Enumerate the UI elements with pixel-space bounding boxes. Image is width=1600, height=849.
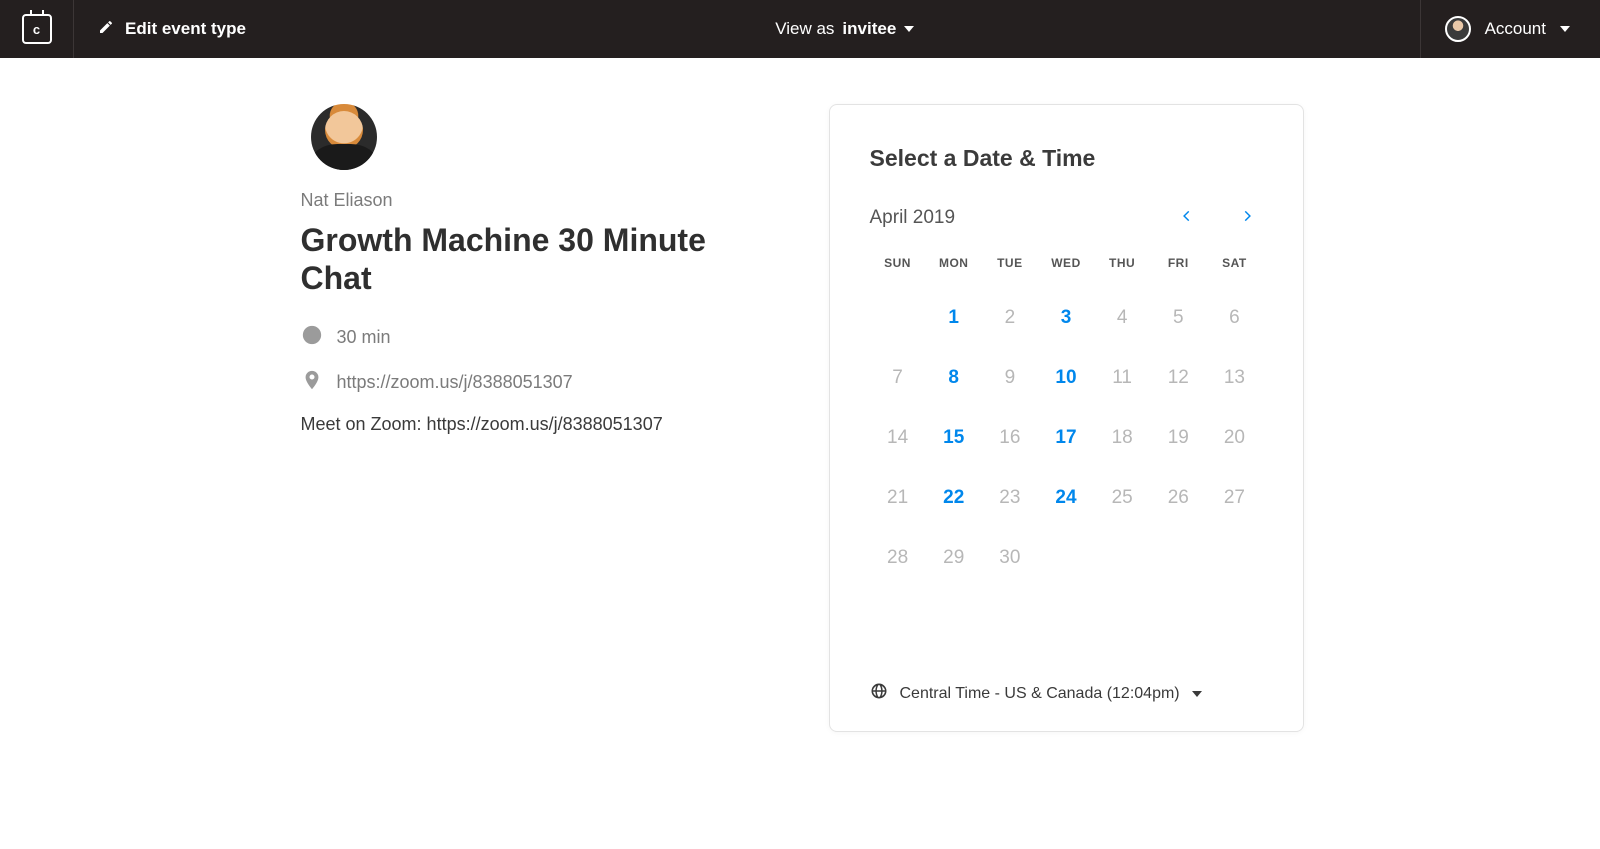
calendar-day-available[interactable]: 8 xyxy=(926,348,982,408)
account-menu[interactable]: Account xyxy=(1420,0,1600,58)
calendar-day-unavailable: 2 xyxy=(982,288,1038,348)
timezone-selector[interactable]: Central Time - US & Canada (12:04pm) xyxy=(870,682,1263,705)
host-avatar xyxy=(311,104,377,170)
weekday-header: THU xyxy=(1094,256,1150,288)
calendar-empty-cell xyxy=(1094,528,1150,588)
view-as-prefix: View as xyxy=(775,19,834,39)
chevron-down-icon xyxy=(1560,26,1570,32)
picker-heading: Select a Date & Time xyxy=(870,145,1263,172)
calendar-empty-cell xyxy=(1206,528,1262,588)
edit-event-type-label: Edit event type xyxy=(125,19,246,39)
app-logo[interactable]: c xyxy=(0,0,74,58)
globe-icon xyxy=(870,682,888,705)
calendar-day-unavailable: 19 xyxy=(1150,408,1206,468)
calendar-day-unavailable: 16 xyxy=(982,408,1038,468)
calendar-day-unavailable: 28 xyxy=(870,528,926,588)
event-details: Nat Eliason Growth Machine 30 Minute Cha… xyxy=(297,104,777,732)
calendar-day-unavailable: 21 xyxy=(870,468,926,528)
calendar-day-unavailable: 23 xyxy=(982,468,1038,528)
calendar-day-unavailable: 14 xyxy=(870,408,926,468)
topbar: c Edit event type View as invitee Accoun… xyxy=(0,0,1600,58)
event-description: Meet on Zoom: https://zoom.us/j/83880513… xyxy=(301,414,777,435)
calendar-day-unavailable: 13 xyxy=(1206,348,1262,408)
chevron-right-icon xyxy=(1240,209,1254,228)
calendar-day-unavailable: 30 xyxy=(982,528,1038,588)
next-month-button[interactable] xyxy=(1235,206,1259,230)
calendar-day-unavailable: 4 xyxy=(1094,288,1150,348)
booking-page: Nat Eliason Growth Machine 30 Minute Cha… xyxy=(0,58,1600,732)
calendar-day-unavailable: 12 xyxy=(1150,348,1206,408)
calendar-day-available[interactable]: 17 xyxy=(1038,408,1094,468)
edit-event-type-button[interactable]: Edit event type xyxy=(74,0,270,58)
calendar-day-unavailable: 7 xyxy=(870,348,926,408)
chevron-down-icon xyxy=(904,26,914,32)
prev-month-button[interactable] xyxy=(1175,206,1199,230)
account-label: Account xyxy=(1485,19,1546,39)
timezone-label: Central Time - US & Canada (12:04pm) xyxy=(900,685,1180,703)
weekday-header: SAT xyxy=(1206,256,1262,288)
user-avatar-icon xyxy=(1445,16,1471,42)
weekday-header: FRI xyxy=(1150,256,1206,288)
calendar-day-unavailable: 29 xyxy=(926,528,982,588)
view-as-role: invitee xyxy=(842,19,896,39)
weekday-header: WED xyxy=(1038,256,1094,288)
calendar-day-available[interactable]: 1 xyxy=(926,288,982,348)
weekday-header: TUE xyxy=(982,256,1038,288)
calendar-day-unavailable: 25 xyxy=(1094,468,1150,528)
month-navigation: April 2019 xyxy=(870,206,1263,230)
calendar-logo-icon: c xyxy=(22,14,52,44)
calendar-day-available[interactable]: 10 xyxy=(1038,348,1094,408)
calendar-empty-cell xyxy=(1038,528,1094,588)
calendar-grid: SUNMONTUEWEDTHUFRISAT 123456789101112131… xyxy=(870,256,1263,588)
event-duration: 30 min xyxy=(301,324,777,351)
calendar-day-available[interactable]: 22 xyxy=(926,468,982,528)
chevron-left-icon xyxy=(1180,209,1194,228)
calendar-day-unavailable: 26 xyxy=(1150,468,1206,528)
calendar-empty-cell xyxy=(870,288,926,348)
calendar-day-available[interactable]: 3 xyxy=(1038,288,1094,348)
weekday-header: SUN xyxy=(870,256,926,288)
chevron-down-icon xyxy=(1192,691,1202,697)
event-title: Growth Machine 30 Minute Chat xyxy=(301,221,777,298)
calendar-day-unavailable: 27 xyxy=(1206,468,1262,528)
calendar-day-unavailable: 9 xyxy=(982,348,1038,408)
calendar-day-unavailable: 20 xyxy=(1206,408,1262,468)
calendar-day-unavailable: 6 xyxy=(1206,288,1262,348)
calendar-day-available[interactable]: 15 xyxy=(926,408,982,468)
date-time-picker: Select a Date & Time April 2019 xyxy=(829,104,1304,732)
location-pin-icon xyxy=(301,369,323,396)
event-location-label: https://zoom.us/j/8388051307 xyxy=(337,372,573,393)
calendar-empty-cell xyxy=(1150,528,1206,588)
calendar-day-available[interactable]: 24 xyxy=(1038,468,1094,528)
weekday-header: MON xyxy=(926,256,982,288)
view-as-dropdown[interactable]: View as invitee xyxy=(270,0,1420,58)
month-label: April 2019 xyxy=(870,207,956,229)
pencil-icon xyxy=(98,19,114,40)
host-name: Nat Eliason xyxy=(301,190,777,211)
calendar-day-unavailable: 5 xyxy=(1150,288,1206,348)
event-location: https://zoom.us/j/8388051307 xyxy=(301,369,777,396)
clock-icon xyxy=(301,324,323,351)
event-duration-label: 30 min xyxy=(337,327,391,348)
calendar-day-unavailable: 18 xyxy=(1094,408,1150,468)
calendar-day-unavailable: 11 xyxy=(1094,348,1150,408)
